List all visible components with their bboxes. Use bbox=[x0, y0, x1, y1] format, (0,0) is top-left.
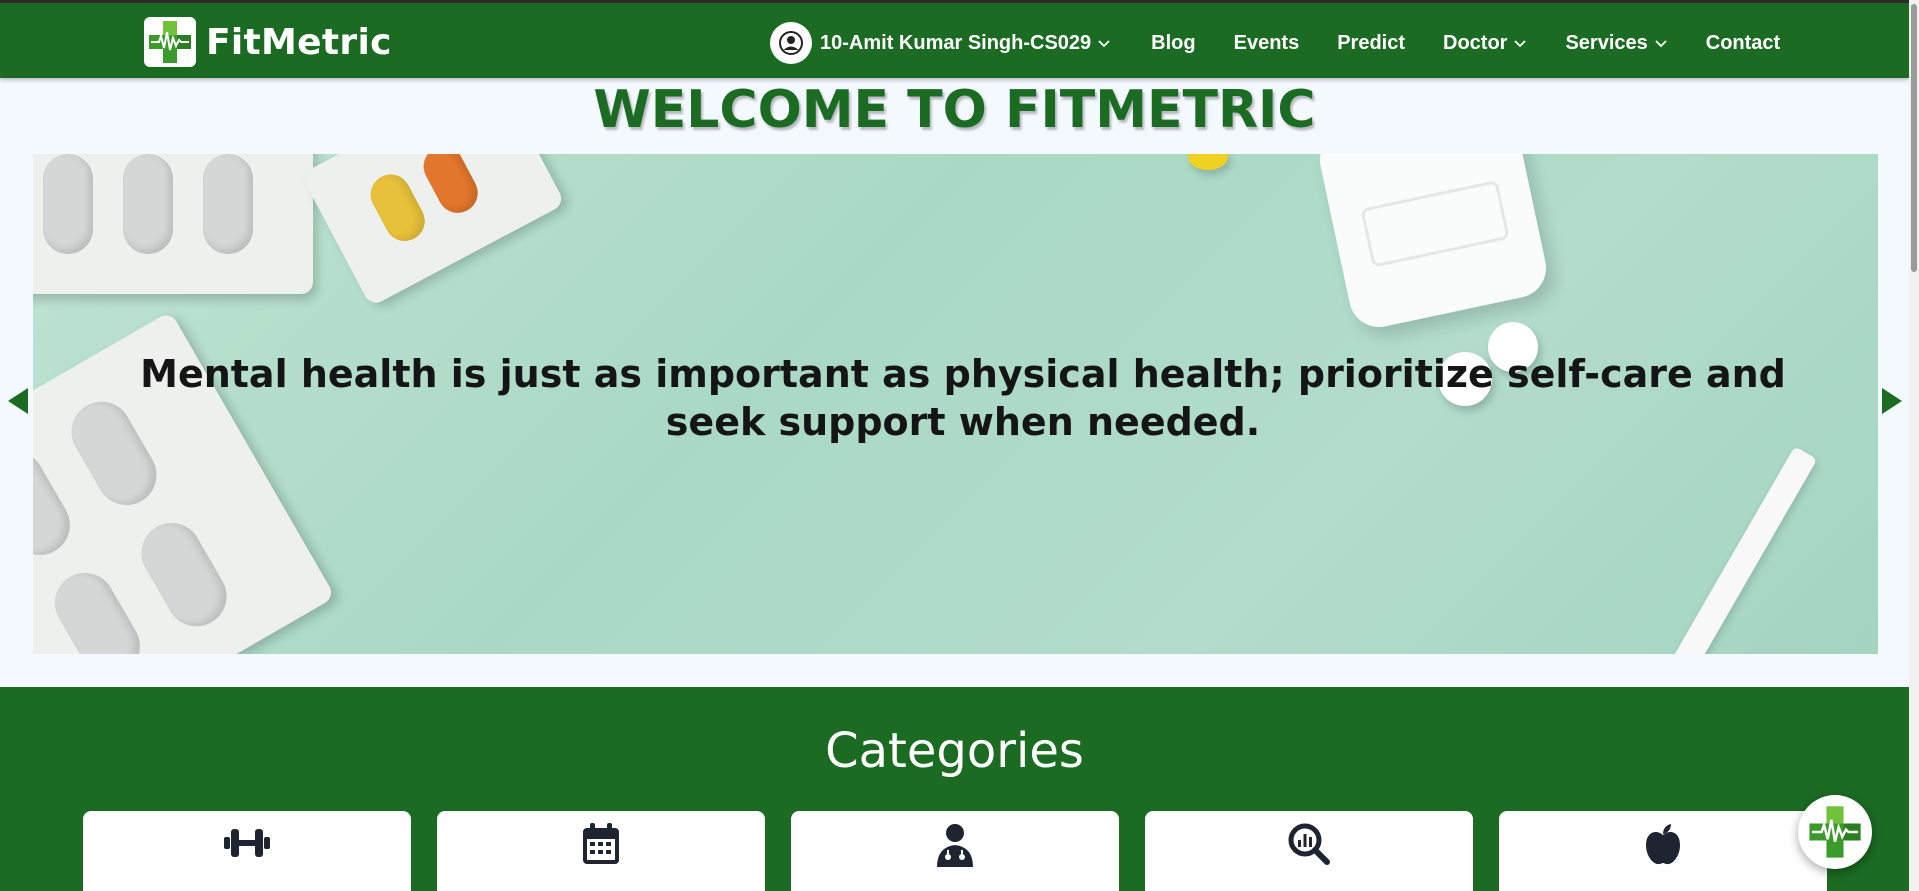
page-scrollbar[interactable] bbox=[1909, 0, 1919, 891]
user-menu-dropdown[interactable]: 10-Amit Kumar Singh-CS029 bbox=[820, 32, 1111, 55]
hero-quote-text: Mental health is just as important as ph… bbox=[140, 352, 1786, 444]
nav-link-label: Events bbox=[1233, 31, 1300, 54]
nav-link-events[interactable]: Events bbox=[1234, 32, 1300, 55]
chevron-down-icon bbox=[1655, 40, 1667, 48]
brand[interactable]: FitMetric bbox=[144, 17, 392, 67]
bottle-decoration bbox=[1314, 154, 1552, 333]
welcome-heading: WELCOME TO FITMETRIC bbox=[593, 80, 1316, 140]
category-card-schedule[interactable] bbox=[437, 811, 765, 891]
nav-link-predict[interactable]: Predict bbox=[1337, 32, 1405, 55]
nav-link-label: Services bbox=[1565, 31, 1648, 54]
nav-link-label: Contact bbox=[1705, 31, 1781, 54]
categories-section: Categories bbox=[0, 687, 1909, 891]
fitmetric-logo-icon bbox=[1809, 806, 1861, 858]
chevron-down-icon bbox=[1514, 40, 1527, 48]
hero-carousel-slide: Mental health is just as important as ph… bbox=[33, 154, 1878, 654]
category-card-analysis[interactable] bbox=[1145, 811, 1473, 891]
dumbbell-icon bbox=[224, 829, 270, 857]
nav-menu: 10-Amit Kumar Singh-CS029 Blog Events Pr… bbox=[770, 21, 1780, 65]
nav-link-label: Doctor bbox=[1443, 31, 1508, 54]
chevron-down-icon bbox=[1098, 40, 1110, 48]
fitmetric-logo-icon bbox=[144, 17, 196, 67]
chatbot-floating-button[interactable] bbox=[1798, 795, 1872, 869]
pill-blister-decoration bbox=[33, 154, 313, 294]
top-navbar: FitMetric 10-Amit Kumar Singh-CS029 Blog… bbox=[0, 0, 1909, 78]
category-card-nutrition[interactable] bbox=[1499, 811, 1827, 891]
nav-dropdown-services[interactable]: Services bbox=[1565, 32, 1667, 55]
category-card-fitness[interactable] bbox=[83, 811, 411, 891]
doctor-icon bbox=[937, 824, 973, 867]
syringe-decoration bbox=[1654, 446, 1818, 654]
scrollbar-thumb[interactable] bbox=[1911, 4, 1917, 272]
carousel-prev-arrow-icon[interactable] bbox=[8, 388, 28, 414]
user-avatar-icon[interactable] bbox=[770, 22, 812, 64]
carousel-next-arrow-icon[interactable] bbox=[1882, 388, 1902, 414]
calendar-icon bbox=[583, 823, 619, 864]
analytics-search-icon bbox=[1288, 823, 1330, 865]
nav-link-label: Predict bbox=[1337, 31, 1406, 54]
nav-link-label: Blog bbox=[1151, 31, 1196, 54]
tablet-decoration bbox=[1188, 154, 1228, 170]
nav-link-contact[interactable]: Contact bbox=[1706, 32, 1780, 55]
user-name-label: 10-Amit Kumar Singh-CS029 bbox=[820, 31, 1092, 54]
nav-dropdown-doctor[interactable]: Doctor bbox=[1443, 32, 1527, 55]
category-card-doctor[interactable] bbox=[791, 811, 1119, 891]
categories-title: Categories bbox=[825, 723, 1084, 779]
apple-icon bbox=[1646, 824, 1680, 865]
brand-name: FitMetric bbox=[206, 21, 392, 63]
nav-link-blog[interactable]: Blog bbox=[1151, 32, 1195, 55]
pill-blister-decoration bbox=[300, 154, 566, 307]
